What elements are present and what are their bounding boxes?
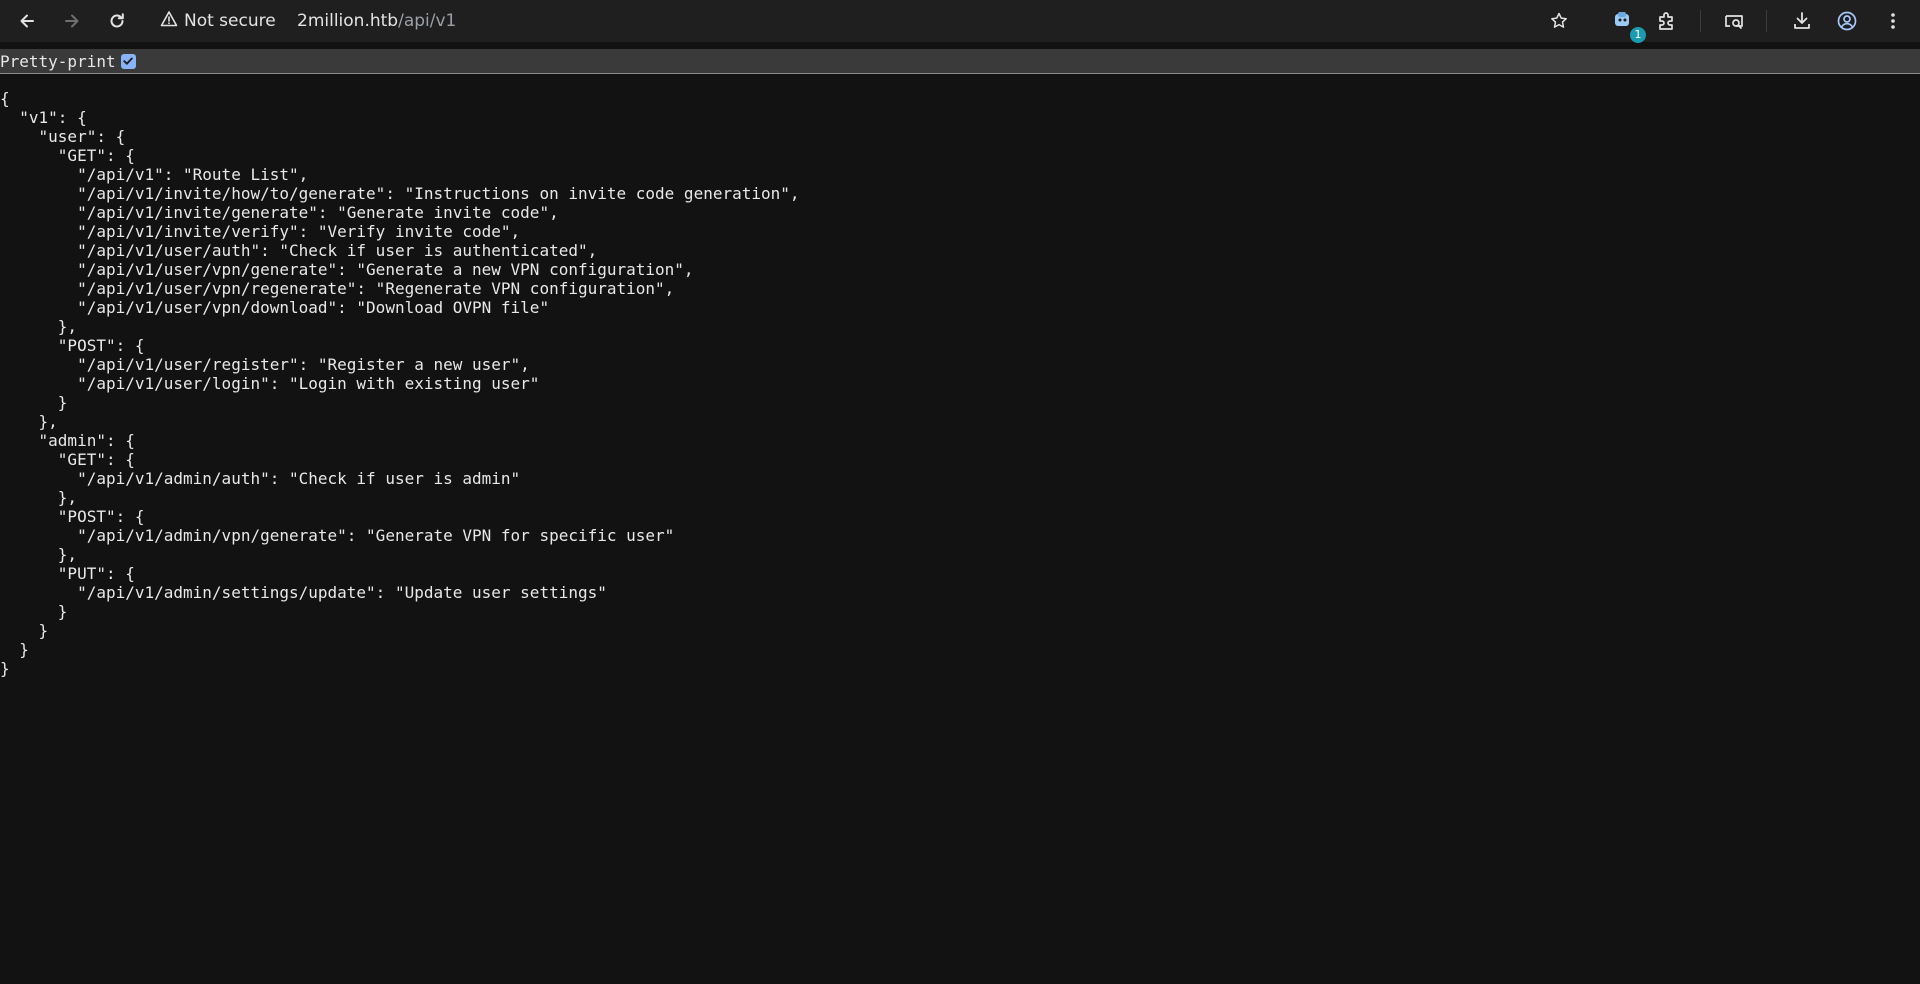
url-path: /api/v1 xyxy=(398,11,457,31)
extension-app-icon: 1 xyxy=(1613,10,1646,43)
json-line: }, xyxy=(0,488,78,507)
extension-badge: 1 xyxy=(1630,27,1646,43)
json-line: } xyxy=(0,602,68,621)
arrow-left-icon xyxy=(17,11,37,31)
json-line: "/api/v1/user/vpn/regenerate": "Regenera… xyxy=(0,279,675,298)
extension-app-button[interactable]: 1 xyxy=(1607,4,1646,43)
back-button[interactable] xyxy=(10,4,44,38)
security-chip[interactable]: Not secure xyxy=(160,4,276,38)
json-line: "GET": { xyxy=(0,450,135,469)
json-line: } xyxy=(0,640,29,659)
json-line: "v1": { xyxy=(0,108,87,127)
arrow-right-icon xyxy=(62,11,82,31)
json-line: }, xyxy=(0,412,58,431)
toolbar-separator xyxy=(1700,10,1701,32)
json-line: "/api/v1/user/vpn/generate": "Generate a… xyxy=(0,260,694,279)
pretty-print-bar: Pretty-print xyxy=(0,49,1920,74)
forward-button[interactable] xyxy=(55,4,89,38)
browser-toolbar: Not secure 2million.htb/api/v1 1 xyxy=(0,0,1920,43)
reload-icon xyxy=(107,11,127,31)
json-line: "/api/v1/admin/vpn/generate": "Generate … xyxy=(0,526,675,545)
url-text[interactable]: 2million.htb/api/v1 xyxy=(297,4,456,38)
json-line: "POST": { xyxy=(0,507,145,526)
url-host: 2million.htb xyxy=(297,11,399,31)
toolbar-separator xyxy=(1766,10,1767,32)
json-line: "/api/v1/invite/verify": "Verify invite … xyxy=(0,222,521,241)
json-line: "/api/v1": "Route List", xyxy=(0,165,309,184)
star-icon xyxy=(1549,11,1569,31)
profile-button[interactable] xyxy=(1830,4,1864,38)
json-line: } xyxy=(0,659,10,678)
json-line: "/api/v1/admin/settings/update": "Update… xyxy=(0,583,607,602)
download-button[interactable] xyxy=(1785,4,1819,38)
json-line: "/api/v1/user/login": "Login with existi… xyxy=(0,374,540,393)
menu-button[interactable] xyxy=(1876,4,1910,38)
json-line: "/api/v1/admin/auth": "Check if user is … xyxy=(0,469,521,488)
address-bar[interactable]: Not secure 2million.htb/api/v1 xyxy=(150,4,1580,38)
warning-triangle-icon xyxy=(160,10,178,33)
json-line: "user": { xyxy=(0,127,126,146)
pretty-print-checkbox[interactable] xyxy=(120,53,136,69)
json-line: "/api/v1/invite/how/to/generate": "Instr… xyxy=(0,184,800,203)
json-line: "/api/v1/invite/generate": "Generate inv… xyxy=(0,203,559,222)
security-label: Not secure xyxy=(184,11,276,31)
pretty-print-label: Pretty-print xyxy=(0,51,116,71)
json-line: "POST": { xyxy=(0,336,145,355)
json-line: "/api/v1/user/auth": "Check if user is a… xyxy=(0,241,598,260)
tab-search-button[interactable] xyxy=(1717,4,1751,38)
json-line: { xyxy=(0,89,10,108)
extensions-button[interactable] xyxy=(1650,4,1684,38)
download-icon xyxy=(1791,10,1813,32)
json-line: "admin": { xyxy=(0,431,135,450)
tab-search-icon xyxy=(1723,10,1745,32)
puzzle-icon xyxy=(1656,10,1678,32)
json-line: "PUT": { xyxy=(0,564,135,583)
json-line: "/api/v1/user/register": "Register a new… xyxy=(0,355,530,374)
json-line: } xyxy=(0,621,49,640)
checkmark-icon xyxy=(123,57,133,65)
kebab-menu-icon xyxy=(1883,11,1903,31)
reload-button[interactable] xyxy=(100,4,134,38)
json-line: "GET": { xyxy=(0,146,135,165)
json-line: }, xyxy=(0,545,78,564)
profile-icon xyxy=(1836,10,1858,32)
json-line: }, xyxy=(0,317,78,336)
json-content: { "v1": { "user": { "GET": { "/api/v1": … xyxy=(0,89,800,678)
json-line: } xyxy=(0,393,68,412)
json-line: "/api/v1/user/vpn/download": "Download O… xyxy=(0,298,550,317)
bookmark-button[interactable] xyxy=(1542,4,1576,38)
